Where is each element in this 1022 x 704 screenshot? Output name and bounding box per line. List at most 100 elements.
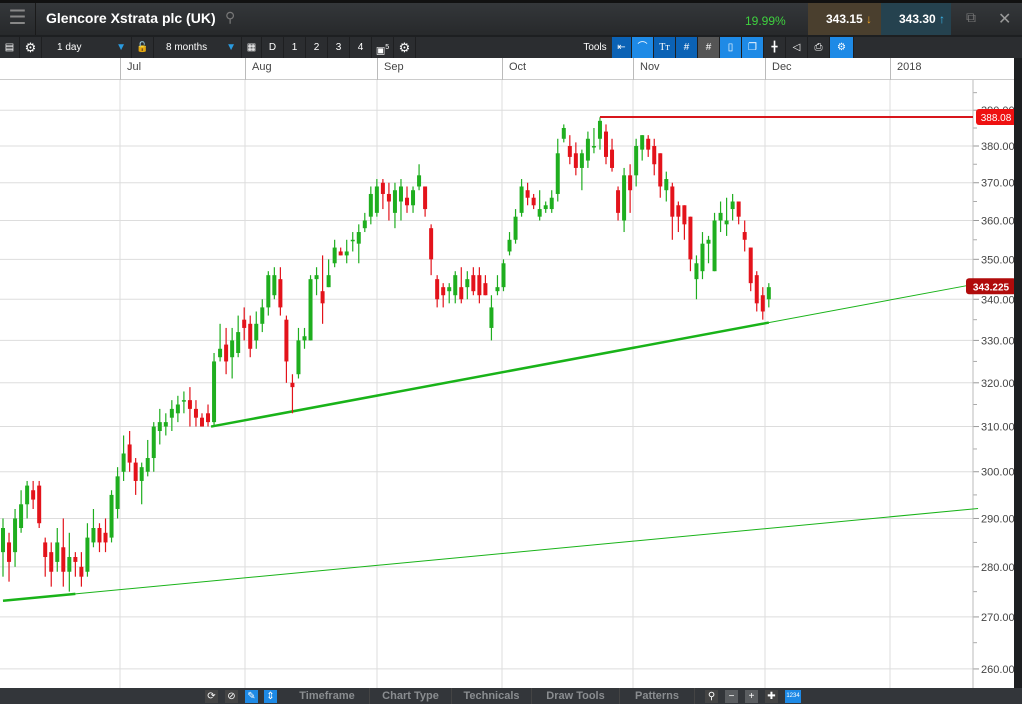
grid-edit-icon[interactable]: #: [698, 37, 720, 58]
candle-body: [308, 279, 313, 341]
candle-body: [254, 323, 259, 341]
candle-body: [55, 542, 60, 562]
settings-gear-icon[interactable]: ⚙: [394, 37, 416, 58]
cancel-icon[interactable]: ⊘: [225, 690, 238, 703]
tab-timeframe[interactable]: Timeframe: [285, 688, 370, 704]
candle-body: [423, 186, 428, 210]
list-icon[interactable]: ▤: [0, 37, 20, 58]
zoom-out-icon[interactable]: −: [725, 690, 738, 703]
layout-button-4[interactable]: 4: [350, 37, 372, 58]
tab-chart-type[interactable]: Chart Type: [370, 688, 452, 704]
candle: [519, 179, 524, 217]
candle: [652, 138, 657, 176]
y-tick-label: 380.00: [981, 141, 1014, 153]
candle-body: [61, 547, 66, 572]
candle-body: [513, 216, 518, 240]
lock-icon[interactable]: 🔓: [132, 37, 154, 58]
candle: [507, 232, 512, 256]
chevron-down-icon: ▼: [226, 42, 236, 53]
restore-window-icon[interactable]: ⧉: [966, 9, 976, 26]
candle-body: [742, 232, 747, 240]
search-icon[interactable]: ⚲: [225, 9, 235, 26]
candle: [688, 216, 693, 272]
sell-price-button[interactable]: 343.15 ↓: [808, 3, 881, 35]
back-arrow-icon[interactable]: ⇤: [612, 37, 632, 58]
data-badge[interactable]: 1234: [785, 690, 801, 703]
candle: [284, 315, 289, 383]
buy-price-button[interactable]: 343.30 ↑: [881, 3, 951, 35]
close-icon[interactable]: ✕: [998, 9, 1011, 29]
pencil-icon[interactable]: ✎: [245, 690, 258, 703]
y-tick-label: 310.00: [981, 422, 1014, 434]
tab-draw-tools[interactable]: Draw Tools: [532, 688, 620, 704]
candle-body: [332, 247, 337, 264]
settings-edit-icon[interactable]: ⚙: [830, 37, 854, 58]
candle-body: [260, 307, 265, 324]
chart-canvas[interactable]: 260.00 270.00 280.00 290.00 300.00 310.00 320.…: [0, 80, 1016, 688]
candle: [664, 171, 669, 202]
candle-body: [374, 186, 379, 213]
trendline-segment: [210, 321, 770, 428]
candle-body: [579, 153, 584, 168]
menu-icon[interactable]: ☰: [0, 3, 36, 35]
candle: [501, 259, 506, 292]
candle: [585, 131, 590, 168]
candle-icon[interactable]: ▯: [720, 37, 742, 58]
y-tick-label: 350.00: [981, 254, 1014, 266]
candle-body: [1, 527, 5, 553]
layout-button-3[interactable]: 3: [328, 37, 350, 58]
layout-button-d[interactable]: D: [262, 37, 284, 58]
print-icon[interactable]: ⎙: [808, 37, 830, 58]
candle-body: [242, 319, 247, 328]
candle-body: [664, 179, 669, 191]
candle-body: [501, 263, 506, 288]
refresh-icon[interactable]: ⟳: [205, 690, 218, 703]
layout-button-2[interactable]: 2: [306, 37, 328, 58]
bars-icon[interactable]: ╋: [764, 37, 786, 58]
text-tool-icon[interactable]: Tᴛ: [654, 37, 676, 58]
candle: [326, 259, 331, 288]
candle-body: [652, 146, 657, 165]
candle-body: [585, 138, 590, 161]
windows-icon[interactable]: ❐: [742, 37, 764, 58]
candle-body: [411, 190, 416, 206]
candle-body: [531, 197, 536, 206]
layout-button-1[interactable]: 1: [284, 37, 306, 58]
zoom-in-icon[interactable]: +: [745, 690, 758, 703]
candle: [308, 275, 313, 341]
y-tick-label: 340.00: [981, 294, 1014, 306]
candle-body: [477, 275, 482, 296]
candle: [49, 542, 54, 587]
tab-technicals[interactable]: Technicals: [452, 688, 532, 704]
search-icon[interactable]: ⚲: [705, 690, 718, 703]
candle: [495, 275, 500, 296]
price-chart[interactable]: 260.00 270.00 280.00 290.00 300.00 310.00 320.…: [0, 80, 1016, 688]
tab-patterns[interactable]: Patterns: [620, 688, 695, 704]
candle: [19, 490, 24, 533]
curve-tool-icon[interactable]: ⌒: [632, 37, 654, 58]
candle-body: [139, 467, 144, 481]
candle-body: [290, 382, 295, 388]
interval-select[interactable]: 1 day ▼: [42, 37, 132, 58]
candle-body: [248, 323, 253, 349]
candle-body: [206, 413, 211, 423]
gear-icon[interactable]: ⚙: [20, 37, 42, 58]
scroll-updown-icon[interactable]: ⇕: [264, 690, 277, 703]
y-tick-label: 290.00: [981, 513, 1014, 525]
calendar-icon[interactable]: ▦: [242, 37, 262, 58]
grid-icon[interactable]: #: [676, 37, 698, 58]
candle-body: [212, 361, 217, 423]
candle-body: [296, 340, 301, 375]
tag-icon[interactable]: ◁: [786, 37, 808, 58]
candle: [338, 247, 343, 256]
candle-body: [85, 537, 90, 572]
y-tick-label: 260.00: [981, 664, 1014, 676]
range-select[interactable]: 8 months ▼: [154, 37, 242, 58]
crosshair-icon[interactable]: ✚: [765, 690, 778, 703]
candle: [127, 431, 132, 472]
candle-body: [483, 283, 488, 296]
save-layout-button[interactable]: ▣5: [372, 37, 394, 58]
candle-body: [610, 149, 615, 168]
candle: [754, 271, 759, 312]
candle-body: [447, 287, 452, 292]
